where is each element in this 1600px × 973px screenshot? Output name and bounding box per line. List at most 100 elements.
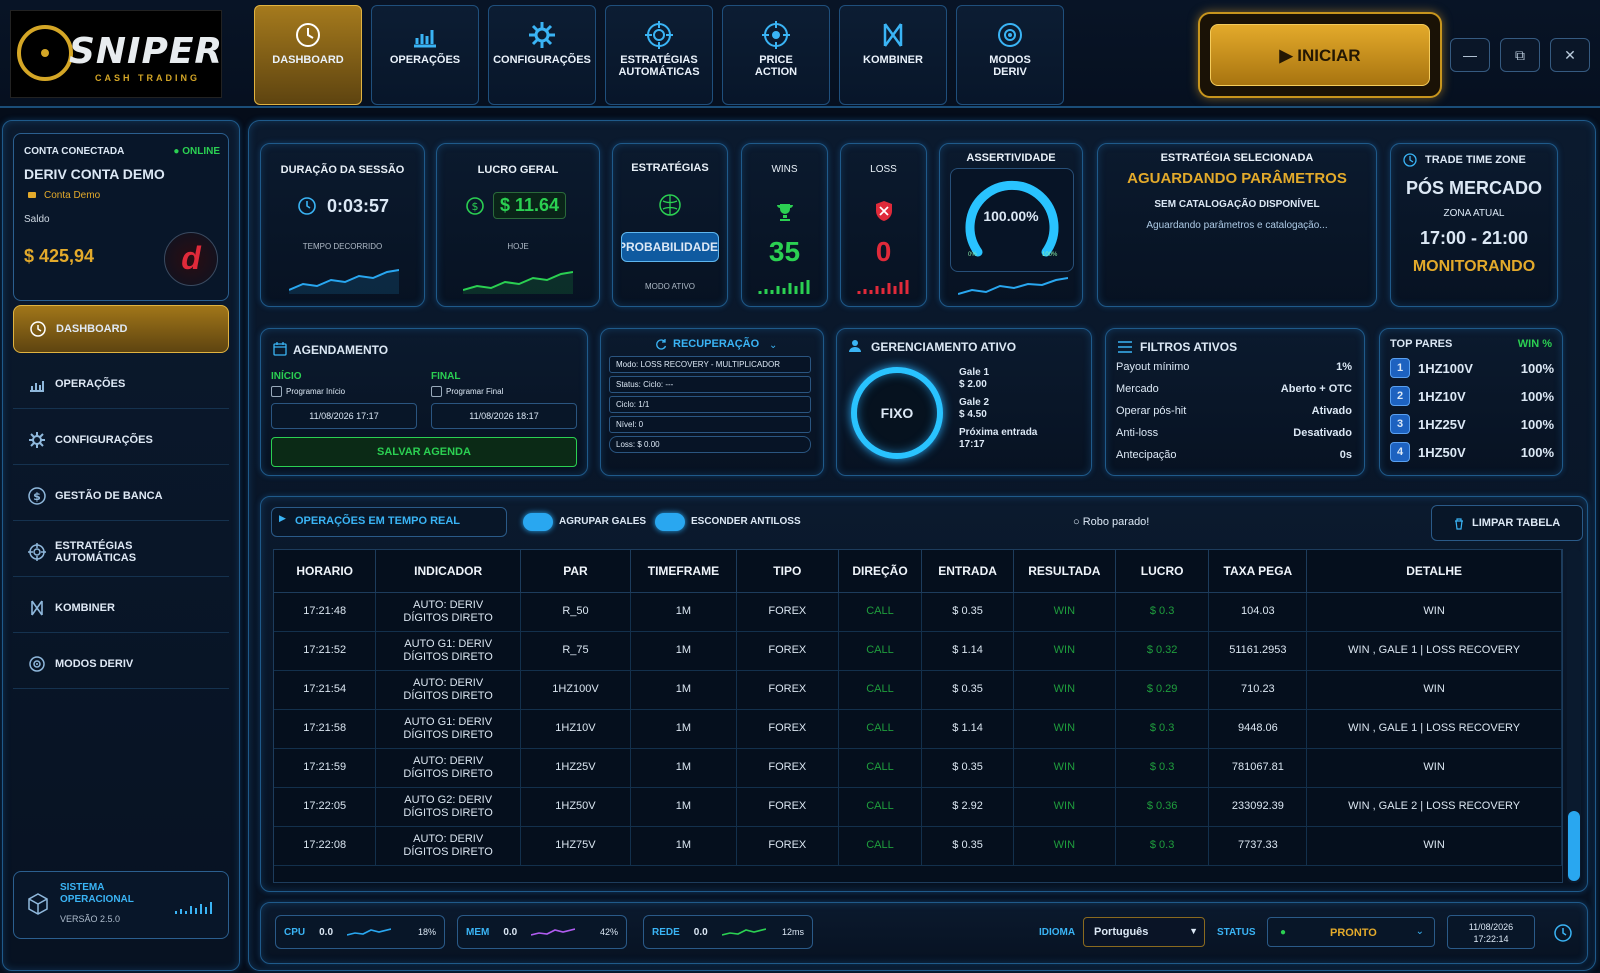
sidebar-item-operacoes[interactable]: OPERAÇÕES [13, 359, 229, 409]
net-label: REDE [652, 926, 680, 938]
table-cell: 17:21:48 [274, 592, 377, 632]
start-checkbox-row[interactable]: Programar Início [271, 386, 345, 397]
language-select[interactable]: Português ▼ [1083, 917, 1205, 947]
session-value: 0:03:57 [327, 196, 390, 216]
table-cell: FOREX [736, 748, 839, 788]
sidebar-item-estrategias[interactable]: ESTRATÉGIAS AUTOMÁTICAS [13, 527, 229, 577]
table-cell: CALL [838, 826, 923, 866]
group-gales-label: AGRUPAR GALES [559, 516, 647, 527]
close-button[interactable]: ✕ [1550, 38, 1590, 72]
tab-label: CONFIGURAÇÕES [493, 54, 591, 66]
net-latency: 12ms [781, 927, 804, 937]
session-title: DURAÇÃO DA SESSÃO [280, 164, 405, 176]
tab-estrategias[interactable]: ESTRATÉGIAS AUTOMÁTICAS [605, 5, 713, 105]
table-cell: $ 0.32 [1115, 631, 1210, 671]
accuracy-value: 100.00% [983, 208, 1039, 224]
save-schedule-button[interactable]: SALVAR AGENDA [271, 437, 577, 467]
target-icon [762, 21, 790, 49]
brand-logo: SNIPER CASH TRADING [10, 10, 222, 98]
toggle-switch[interactable] [655, 513, 685, 531]
start-button[interactable]: ▶ INICIAR [1210, 24, 1430, 86]
sidebar-item-gestao-banca[interactable]: $ GESTÃO DE BANCA [13, 471, 229, 521]
wins-bars-icon [758, 280, 810, 294]
tab-modos-deriv[interactable]: MODOS DERIV [956, 5, 1064, 105]
start-checkbox[interactable] [271, 386, 282, 397]
status-select[interactable]: ● PRONTO ⌄ [1267, 917, 1435, 947]
minimize-button[interactable]: — [1450, 38, 1490, 72]
table-header-row: HORARIO INDICADOR PAR TIMEFRAME TIPO DIREÇÃO E… [274, 550, 1562, 593]
strategy-selected-note: Aguardando parâmetros e catalogação... [1146, 220, 1328, 231]
table-cell: AUTO: DERIV DÍGITOS DIRETO [375, 592, 521, 632]
datetime-box: 11/08/2026 17:22:14 [1447, 915, 1535, 949]
cpu-percent: 18% [417, 927, 436, 937]
sidebar: CONTA CONECTADA ● ONLINE DERIV CONTA DEM… [2, 120, 240, 971]
clear-table-button[interactable]: LIMPAR TABELA [1431, 505, 1583, 541]
table-cell: 1M [630, 592, 737, 632]
sidebar-item-modos-deriv[interactable]: MODOS DERIV [13, 639, 229, 689]
table-cell: $ 0.29 [1115, 670, 1210, 710]
tab-configuracoes[interactable]: CONFIGURAÇÕES [488, 5, 596, 105]
restore-button[interactable]: ⧉ [1500, 38, 1540, 72]
sidebar-item-configuracoes[interactable]: CONFIGURAÇÕES [13, 415, 229, 465]
sparkline-icon [347, 928, 392, 936]
operations-table: HORARIO INDICADOR PAR TIMEFRAME TIPO DIREÇÃO E… [274, 550, 1562, 866]
filter-row: Antecipação 0s [1116, 449, 1352, 461]
recovery-mode: Modo: LOSS RECOVERY - MULTIPLICADOR [609, 356, 811, 373]
table-row[interactable]: 17:21:54 AUTO: DERIV DÍGITOS DIRETO 1HZ100… [274, 670, 1562, 710]
net-meter: REDE 0.0 12ms [643, 915, 813, 949]
scrollbar-thumb[interactable] [1568, 811, 1580, 881]
table-cell: $ 0.3 [1115, 592, 1210, 632]
table-row[interactable]: 17:21:58 AUTO G1: DERIV DÍGITOS DIRETO 1HZ… [274, 709, 1562, 749]
operations-title: OPERAÇÕES EM TEMPO REAL [295, 515, 461, 527]
table-row[interactable]: 17:21:52 AUTO G1: DERIV DÍGITOS DIRETO R_7… [274, 631, 1562, 671]
account-name: DERIV CONTA DEMO [24, 166, 165, 182]
table-cell: 7737.33 [1208, 826, 1308, 866]
timezone-value: PÓS MERCADO [1405, 178, 1542, 198]
next-entry-value: 17:17 [959, 439, 985, 450]
tab-label: DASHBOARD [272, 54, 344, 66]
table-cell: $ 0.35 [921, 826, 1014, 866]
chevron-down-icon[interactable]: ⌄ [769, 340, 777, 351]
loss-bars-icon [857, 280, 909, 294]
table-cell: 17:22:08 [274, 826, 377, 866]
tab-operacoes[interactable]: OPERAÇÕES [371, 5, 479, 105]
tab-dashboard[interactable]: DASHBOARD [254, 5, 362, 105]
table-cell: FOREX [736, 592, 839, 632]
top-pairs-card: TOP PARES WIN % 1 1HZ100V 100% 2 1HZ10V 100%… [1379, 328, 1563, 476]
start-date-input[interactable]: 11/08/2026 17:17 [271, 403, 417, 429]
table-scrollbar[interactable] [1567, 549, 1581, 883]
table-row[interactable]: 17:22:08 AUTO: DERIV DÍGITOS DIRETO 1HZ75V… [274, 826, 1562, 866]
toggle-switch[interactable] [523, 513, 553, 531]
group-gales-toggle[interactable] [523, 513, 553, 531]
end-checkbox-row[interactable]: Programar Final [431, 386, 503, 397]
filter-row: Mercado Aberto + OTC [1116, 383, 1352, 395]
sidebar-item-dashboard[interactable]: DASHBOARD [13, 305, 229, 353]
end-checkbox[interactable] [431, 386, 442, 397]
column-header: LUCRO [1115, 550, 1210, 593]
table-row[interactable]: 17:21:59 AUTO: DERIV DÍGITOS DIRETO 1HZ25V… [274, 748, 1562, 788]
table-cell: WIN [1306, 826, 1562, 866]
sidebar-item-kombiner[interactable]: KOMBINER [13, 583, 229, 633]
wallet-icon [28, 192, 36, 198]
table-cell: WIN [1013, 748, 1116, 788]
table-row[interactable]: 17:22:05 AUTO G2: DERIV DÍGITOS DIRETO 1HZ… [274, 787, 1562, 827]
filter-value: Ativado [1311, 405, 1352, 417]
column-header: TAXA PEGA [1208, 550, 1308, 593]
pair-row: 3 1HZ25V 100% [1390, 413, 1554, 435]
cube-icon [28, 893, 48, 915]
cpu-meter: CPU 0.0 18% [275, 915, 445, 949]
table-cell: $ 2.92 [921, 787, 1014, 827]
table-cell: 17:21:52 [274, 631, 377, 671]
tab-price-action[interactable]: PRICE ACTION [722, 5, 830, 105]
tab-kombiner[interactable]: KOMBINER [839, 5, 947, 105]
end-date-input[interactable]: 11/08/2026 18:17 [431, 403, 577, 429]
table-row[interactable]: 17:21:48 AUTO: DERIV DÍGITOS DIRETO R_50 1M… [274, 592, 1562, 632]
status-bar: CPU 0.0 18% MEM 0.0 42% REDE 0.0 12ms ID… [260, 902, 1588, 964]
hide-antiloss-toggle[interactable] [655, 513, 685, 531]
table-cell: 51161.2953 [1208, 631, 1308, 671]
balance-label: Saldo [24, 214, 50, 225]
profit-title: LUCRO GERAL [477, 164, 559, 176]
sidebar-item-label: DASHBOARD [56, 323, 128, 335]
top-bar: SNIPER CASH TRADING DASHBOARD OPERAÇÕES … [0, 0, 1600, 108]
schedule-title: AGENDAMENTO [293, 343, 389, 357]
